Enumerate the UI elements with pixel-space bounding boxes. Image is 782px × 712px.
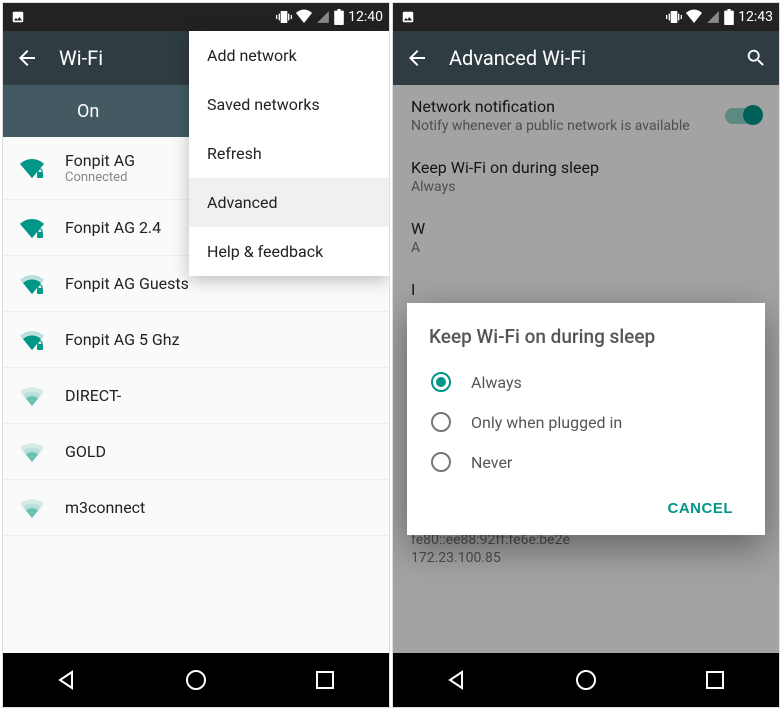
radio-label: Never: [471, 453, 512, 472]
signal-icon: [706, 10, 720, 24]
page-title: Advanced Wi-Fi: [449, 46, 586, 70]
clock-text: 12:40: [348, 9, 383, 25]
wifi-network-row[interactable]: GOLD: [3, 424, 389, 480]
nav-home-icon[interactable]: [574, 668, 598, 692]
radio-option[interactable]: Always: [429, 362, 743, 402]
wifi-network-row[interactable]: m3connect: [3, 480, 389, 536]
network-name: m3connect: [65, 498, 145, 517]
wifi-icon: [296, 9, 312, 25]
nav-bar: [3, 653, 389, 707]
status-bar: 12:40: [3, 3, 389, 31]
nav-recent-icon[interactable]: [703, 668, 727, 692]
wifi-signal-icon: [19, 497, 45, 519]
status-bar: 12:43: [393, 3, 779, 31]
phone-left-wifi-settings: 12:40 Wi-Fi On Fonpit AGConnected Fonpit …: [2, 2, 390, 708]
nav-recent-icon[interactable]: [313, 668, 337, 692]
vibrate-icon: [276, 9, 292, 25]
wifi-network-row[interactable]: DIRECT-: [3, 368, 389, 424]
radio-label: Always: [471, 373, 522, 392]
nav-back-icon[interactable]: [445, 668, 469, 692]
signal-icon: [316, 10, 330, 24]
advanced-wifi-body: Network notification Notify whenever a p…: [393, 85, 779, 653]
image-icon: [401, 10, 415, 24]
nav-bar: [393, 653, 779, 707]
clock-text: 12:43: [738, 9, 773, 25]
radio-icon: [431, 452, 451, 472]
radio-option[interactable]: Never: [429, 442, 743, 482]
network-name: DIRECT-: [65, 386, 121, 405]
nav-back-icon[interactable]: [55, 668, 79, 692]
radio-icon: [431, 412, 451, 432]
radio-label: Only when plugged in: [471, 413, 622, 432]
back-icon[interactable]: [405, 46, 429, 70]
overflow-menu: Add networkSaved networksRefreshAdvanced…: [189, 31, 389, 276]
wifi-icon: [686, 9, 702, 25]
back-icon[interactable]: [15, 46, 39, 70]
radio-option[interactable]: Only when plugged in: [429, 402, 743, 442]
network-name: Fonpit AG 5 Ghz: [65, 330, 180, 349]
wifi-toggle-label: On: [77, 101, 99, 122]
network-name: GOLD: [65, 442, 106, 461]
dialog-title: Keep Wi-Fi on during sleep: [429, 325, 743, 348]
wifi-signal-icon: [19, 441, 45, 463]
menu-item[interactable]: Add network: [189, 31, 389, 80]
network-name: Fonpit AG Guests: [65, 274, 189, 293]
dialog-keep-wifi-sleep: Keep Wi-Fi on during sleep Always Only wh…: [407, 303, 765, 535]
nav-home-icon[interactable]: [184, 668, 208, 692]
wifi-signal-icon: [19, 157, 45, 179]
wifi-signal-icon: [19, 217, 45, 239]
network-name: Fonpit AG: [65, 151, 135, 170]
wifi-signal-icon: [19, 385, 45, 407]
menu-item[interactable]: Advanced: [189, 178, 389, 227]
wifi-network-row[interactable]: Fonpit AG 5 Ghz: [3, 312, 389, 368]
network-name: Fonpit AG 2.4: [65, 218, 161, 237]
phone-right-advanced-wifi: 12:43 Advanced Wi-Fi Network notificatio…: [392, 2, 780, 708]
battery-icon: [724, 9, 734, 25]
battery-icon: [334, 9, 344, 25]
menu-item[interactable]: Saved networks: [189, 80, 389, 129]
menu-item[interactable]: Refresh: [189, 129, 389, 178]
page-title: Wi-Fi: [59, 46, 103, 70]
cancel-button[interactable]: CANCEL: [658, 492, 744, 525]
network-status: Connected: [65, 170, 135, 185]
image-icon: [11, 10, 25, 24]
search-icon[interactable]: [745, 47, 767, 69]
radio-icon: [431, 372, 451, 392]
wifi-signal-icon: [19, 273, 45, 295]
app-bar: Advanced Wi-Fi: [393, 31, 779, 85]
vibrate-icon: [666, 9, 682, 25]
wifi-signal-icon: [19, 329, 45, 351]
menu-item[interactable]: Help & feedback: [189, 227, 389, 276]
